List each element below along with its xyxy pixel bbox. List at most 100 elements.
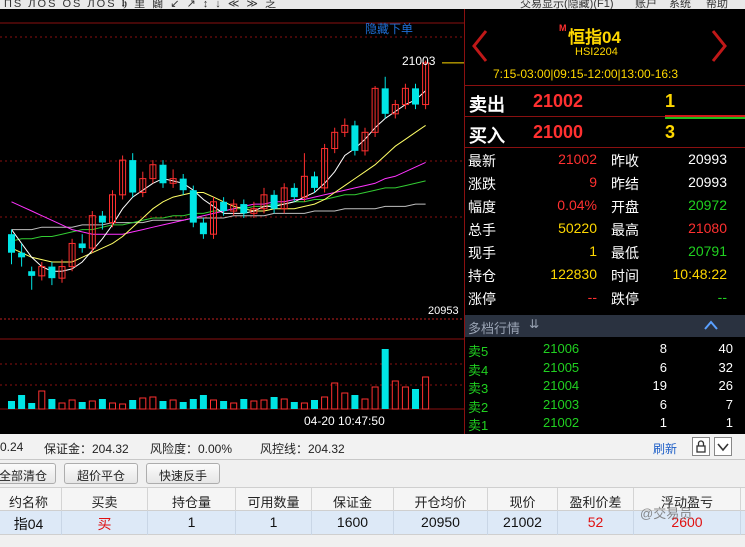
close-all-button[interactable]: 全部清仓 bbox=[0, 463, 56, 484]
depth-v: 26 bbox=[718, 378, 733, 393]
stat-value: 10:48:22 bbox=[672, 266, 728, 282]
depth-price: 21006 bbox=[543, 341, 580, 356]
table-row[interactable]: 指04 买 1 1 1600 20950 21002 52 2600 bbox=[0, 511, 745, 535]
menu-account[interactable]: 账户 bbox=[635, 0, 657, 9]
volume-bar bbox=[88, 400, 96, 410]
menu-trade-display[interactable]: 交易显示(隐藏)(F1) bbox=[520, 0, 614, 9]
column-header[interactable]: 开仓均价 bbox=[394, 488, 488, 512]
quote-panel: M 恒指04 HSI2204 7:15-03:00|09:15-12:00|13… bbox=[464, 9, 745, 434]
depth-v: 7 bbox=[725, 396, 733, 412]
toolbar-icons[interactable]: ПЅ ЛОЅ ОЅ ЛОЅ 𝖍 里 闢 ↙ ↗ ↕ ↓ ≪ ≫ 乏 bbox=[4, 0, 278, 9]
top-menu-bar: ПЅ ЛОЅ ОЅ ЛОЅ 𝖍 里 闢 ↙ ↗ ↕ ↓ ≪ ≫ 乏 交易显示(隐… bbox=[0, 0, 745, 9]
stat-value: 50220 bbox=[558, 220, 597, 236]
table-cell: 1600 bbox=[312, 511, 394, 535]
depth-level-row[interactable]: 卖4 21005 6 32 bbox=[465, 359, 745, 378]
candle-body bbox=[412, 88, 419, 105]
hide-order-link[interactable]: 隐藏下单 bbox=[365, 20, 413, 37]
bid-row[interactable]: 买入 21000 3 bbox=[465, 117, 745, 148]
lock-icon bbox=[696, 440, 706, 453]
volume-bar bbox=[179, 402, 187, 409]
depth-price: 21005 bbox=[543, 359, 580, 375]
volume-bar bbox=[28, 403, 36, 409]
volume-bar bbox=[280, 398, 288, 410]
depth-header[interactable]: 多档行情 ⇊ bbox=[465, 315, 745, 337]
depth-label: 卖1 bbox=[468, 418, 489, 433]
stat-label: 开盘 bbox=[611, 199, 639, 215]
column-header[interactable]: 盈利价差 bbox=[558, 488, 634, 512]
bid-price[interactable]: 21000 bbox=[533, 122, 583, 143]
volume-bar bbox=[199, 395, 207, 409]
volume-bar bbox=[8, 401, 15, 409]
volume-bar bbox=[78, 402, 86, 409]
column-header[interactable]: 约名称 bbox=[0, 488, 62, 512]
depth-level-row[interactable]: 卖5 21006 8 40 bbox=[465, 340, 745, 359]
action-button-bar: 全部清仓 超价平仓 快速反手 bbox=[0, 461, 745, 487]
volume-bar bbox=[119, 403, 127, 410]
stat-label: 涨跌 bbox=[468, 176, 496, 192]
column-header[interactable]: 买卖 bbox=[62, 488, 148, 512]
table-cell: 买 bbox=[62, 511, 148, 535]
volume-bar bbox=[321, 396, 329, 410]
volume-bar bbox=[260, 399, 268, 410]
depth-level-row[interactable]: 卖1 21002 1 1 bbox=[465, 414, 745, 433]
candle-body bbox=[290, 187, 298, 198]
stat-value: 9 bbox=[589, 174, 597, 190]
ask-row[interactable]: 卖出 21002 1 bbox=[465, 86, 745, 117]
session-hours: 7:15-03:00|09:15-12:00|13:00-16:3 bbox=[493, 67, 679, 81]
volume-bar bbox=[230, 402, 238, 410]
candle-body bbox=[220, 201, 228, 212]
symbol-code: HSI2204 bbox=[575, 46, 618, 58]
account-area: 0.24 保证金：204.32 风险度：0.00% 风控线：204.32 刷新 … bbox=[0, 434, 745, 547]
volume-bar bbox=[331, 382, 339, 410]
table-cell: 1 bbox=[148, 511, 236, 535]
volume-bar bbox=[18, 395, 26, 409]
volume-bar bbox=[109, 402, 116, 410]
volume-bar bbox=[401, 386, 409, 410]
stat-label: 持仓 bbox=[468, 268, 496, 284]
bid-label: 买入 bbox=[469, 126, 505, 146]
kline-svg[interactable] bbox=[0, 9, 464, 434]
column-header[interactable]: 保证金 bbox=[312, 488, 394, 512]
stat-label: 昨收 bbox=[611, 153, 639, 169]
crosshair-timestamp: 04-20 10:47:50 bbox=[304, 414, 385, 428]
candle-body bbox=[28, 271, 36, 276]
stat-value: 20791 bbox=[688, 243, 727, 259]
depth-level-row[interactable]: 卖2 21003 6 7 bbox=[465, 396, 745, 415]
depth-n: 6 bbox=[659, 396, 667, 412]
column-header[interactable]: 持仓量 bbox=[148, 488, 236, 512]
collapse-button[interactable] bbox=[714, 437, 732, 456]
volume-bar bbox=[210, 399, 217, 410]
prev-symbol-icon[interactable] bbox=[470, 29, 490, 63]
candle-body bbox=[199, 222, 207, 235]
candle-body bbox=[311, 176, 318, 188]
kline-chart[interactable]: 隐藏下单 21003 20953 04-20 10:47:50 bbox=[0, 9, 464, 434]
candle-body bbox=[98, 215, 106, 223]
column-header[interactable]: 现价 bbox=[488, 488, 558, 512]
chevron-down-icon bbox=[717, 443, 729, 452]
menu-help[interactable]: 帮助 bbox=[706, 0, 728, 9]
chevron-up-icon[interactable] bbox=[703, 319, 719, 331]
lock-button[interactable] bbox=[692, 437, 710, 456]
double-chevron-down-icon[interactable]: ⇊ bbox=[529, 317, 539, 331]
depth-level-row[interactable]: 卖3 21004 19 26 bbox=[465, 377, 745, 396]
quick-reverse-button[interactable]: 快速反手 bbox=[146, 463, 220, 484]
depth-title: 多档行情 bbox=[468, 321, 521, 336]
stat-value: 20993 bbox=[688, 174, 727, 190]
stat-label: 时间 bbox=[611, 268, 639, 284]
ask-price[interactable]: 21002 bbox=[533, 91, 583, 112]
volume-bar bbox=[300, 402, 308, 410]
close-over-price-button[interactable]: 超价平仓 bbox=[64, 463, 138, 484]
positions-header: 约名称 买卖 持仓量 可用数量 保证金 开仓均价 现价 盈利价差 浮动盈亏 bbox=[0, 487, 745, 512]
depth-n: 8 bbox=[659, 341, 667, 356]
refresh-link[interactable]: 刷新 bbox=[653, 440, 677, 457]
stat-value: 20972 bbox=[688, 197, 727, 213]
depth-price: 21004 bbox=[543, 378, 580, 393]
column-header[interactable]: 可用数量 bbox=[236, 488, 312, 512]
menu-system[interactable]: 系统 bbox=[669, 0, 691, 9]
depth-label: 卖2 bbox=[468, 399, 489, 415]
volume-bar bbox=[240, 399, 248, 409]
next-symbol-icon[interactable] bbox=[709, 29, 729, 63]
candle-body bbox=[189, 190, 197, 223]
depth-price: 21003 bbox=[543, 396, 580, 412]
stat-value: 122830 bbox=[550, 266, 597, 282]
